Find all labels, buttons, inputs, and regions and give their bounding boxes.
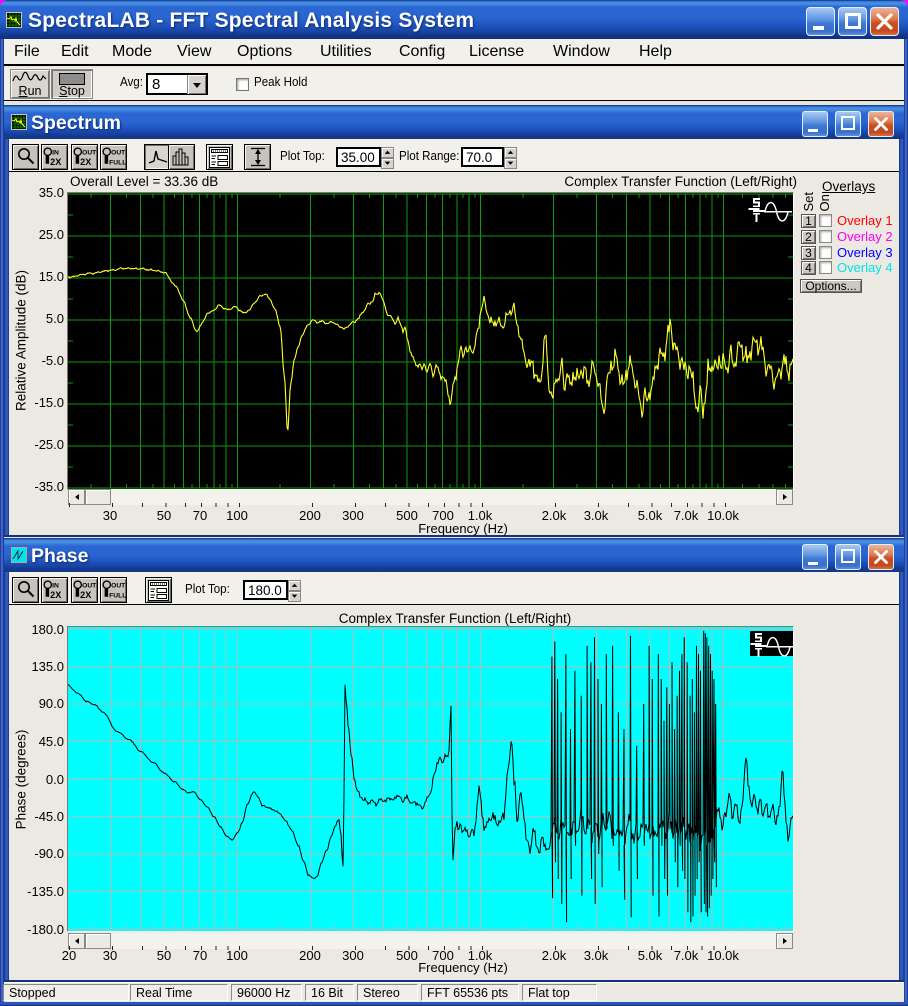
- svg-text:OUT: OUT: [111, 149, 126, 156]
- svg-text:IN: IN: [52, 582, 59, 589]
- svg-text:OUT: OUT: [82, 149, 97, 156]
- svg-text:2X: 2X: [80, 157, 91, 167]
- svg-text:OUT: OUT: [82, 582, 97, 589]
- svg-text:FULL: FULL: [109, 592, 126, 599]
- svg-text:2X: 2X: [80, 590, 91, 600]
- svg-text:Set: Set: [801, 192, 816, 212]
- svg-text:OUT: OUT: [111, 582, 126, 589]
- svg-text:2X: 2X: [50, 590, 61, 600]
- svg-text:FULL: FULL: [109, 159, 126, 166]
- svg-text:2X: 2X: [50, 157, 61, 167]
- svg-text:IN: IN: [52, 149, 59, 156]
- svg-text:On: On: [817, 194, 832, 211]
